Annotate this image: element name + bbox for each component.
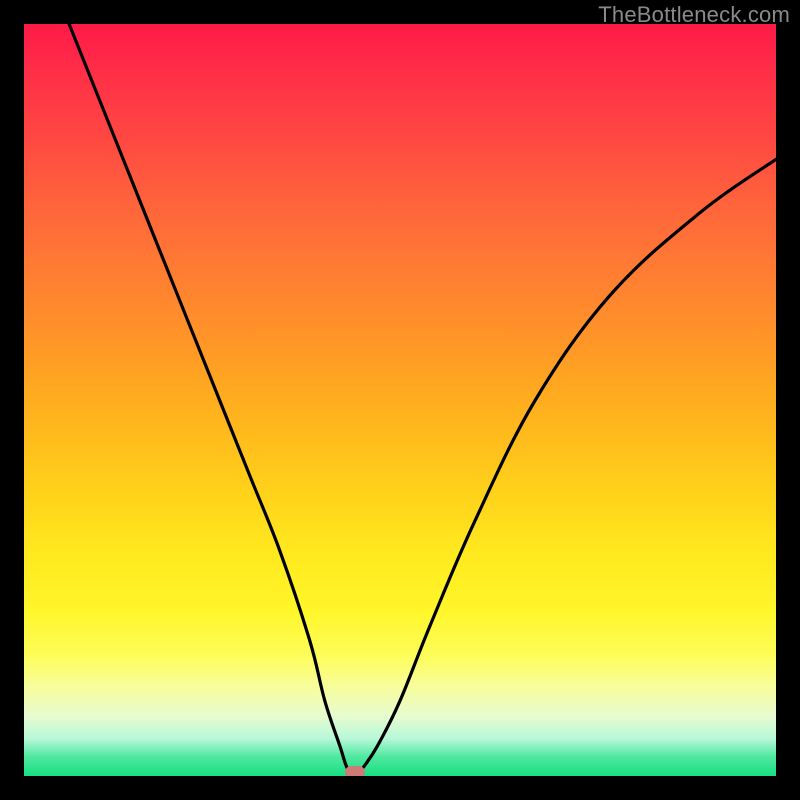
minimum-marker	[345, 766, 365, 776]
bottleneck-curve	[24, 24, 776, 776]
chart-frame: TheBottleneck.com	[0, 0, 800, 800]
plot-area	[24, 24, 776, 776]
watermark-text: TheBottleneck.com	[598, 2, 790, 28]
